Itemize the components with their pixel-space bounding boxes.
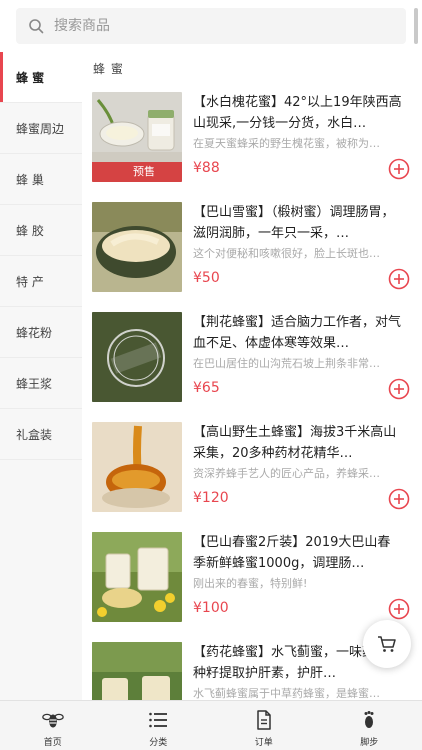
tab-home[interactable]: 首页	[0, 701, 106, 750]
honey-bowl-image	[92, 202, 182, 292]
tab-category[interactable]: 分类	[106, 701, 212, 750]
floating-cart-button[interactable]	[363, 620, 411, 668]
category-title: 蜂 蜜	[93, 62, 124, 76]
product-desc: 资深养蜂手艺人的匠心产品，养蜂采…	[193, 467, 380, 480]
tab-label: 脚步	[360, 738, 379, 748]
tab-label: 分类	[149, 738, 168, 748]
tab-orders[interactable]: 订单	[211, 701, 317, 750]
product-desc: 这个对便秘和咳嗽很好，脸上长斑也…	[193, 247, 380, 260]
product-title[interactable]: 【高山野生土蜂蜜】海拔3千米高山采集，20多种药材花精华…	[193, 422, 403, 464]
sidebar-item-honey-related[interactable]: 蜂蜜周边	[0, 103, 82, 154]
product-desc: 在巴山居住的山沟荒石坡上荆条非常…	[193, 357, 380, 370]
bottom-tabbar: 首页 分类 订单 脚步	[0, 700, 422, 750]
product-card[interactable]: 【巴山雪蜜】（椴树蜜）调理肠胃，滋阴润肺，一年只一采，… 这个对便秘和咳嗽很好，…	[92, 202, 412, 300]
tab-label: 订单	[254, 738, 273, 748]
sidebar-item-gift-box[interactable]: 礼盒装	[0, 409, 82, 460]
document-icon	[257, 710, 271, 730]
sidebar-item-honeycomb[interactable]: 蜂 巢	[0, 154, 82, 205]
scrollbar-thumb[interactable]	[414, 8, 418, 44]
product-image[interactable]	[92, 202, 182, 292]
sold-out-stamp-image	[92, 312, 182, 402]
add-to-cart-icon[interactable]	[388, 488, 410, 510]
add-to-cart-icon[interactable]	[388, 158, 410, 180]
product-list: 蜂 蜜 预售 【水白槐花蜜】42°以上19年陕西高山现采,一分钱一分货，水白… …	[82, 52, 422, 700]
product-card[interactable]: 【高山野生土蜂蜜】海拔3千米高山采集，20多种药材花精华… 资深养蜂手艺人的匠心…	[92, 422, 412, 520]
tab-footprints[interactable]: 脚步	[317, 701, 422, 750]
footprint-icon	[364, 711, 374, 728]
presale-badge: 预售	[92, 162, 182, 182]
search-icon	[29, 19, 44, 34]
honey-pour-image	[92, 422, 182, 512]
cart-icon	[378, 636, 396, 652]
product-card[interactable]: 预售 【水白槐花蜜】42°以上19年陕西高山现采,一分钱一分货，水白… 在夏天蜜…	[92, 92, 412, 190]
sidebar-item-propolis[interactable]: 蜂 胶	[0, 205, 82, 256]
sidebar-item-honey[interactable]: 蜂 蜜	[0, 52, 82, 103]
search-input[interactable]	[54, 8, 394, 44]
add-to-cart-icon[interactable]	[388, 268, 410, 290]
product-title[interactable]: 【巴山雪蜜】（椴树蜜）调理肠胃，滋阴润肺，一年只一采，…	[193, 202, 403, 244]
product-image[interactable]	[92, 642, 182, 700]
tab-label: 首页	[43, 738, 62, 748]
list-icon	[149, 712, 168, 728]
category-sidebar: 蜂 蜜 蜂蜜周边 蜂 巢 蜂 胶 特 产 蜂花粉 蜂王浆 礼盒装	[0, 52, 82, 700]
app-root: 蜂 蜜 蜂蜜周边 蜂 巢 蜂 胶 特 产 蜂花粉 蜂王浆 礼盒装 蜂 蜜	[0, 0, 422, 750]
product-title[interactable]: 【巴山春蜜2斤装】2019大巴山春季新鲜蜂蜜1000g，调理肠…	[193, 532, 403, 574]
product-price: ¥88	[193, 160, 220, 176]
product-price: ¥100	[193, 600, 229, 616]
product-price: ¥50	[193, 270, 220, 286]
sidebar-item-bee-pollen[interactable]: 蜂花粉	[0, 307, 82, 358]
product-price: ¥120	[193, 490, 229, 506]
product-image[interactable]	[92, 422, 182, 512]
product-image[interactable]	[92, 532, 182, 622]
product-desc: 刚出来的春蜜，特别鲜!	[193, 577, 308, 590]
sidebar-item-specialty[interactable]: 特 产	[0, 256, 82, 307]
search-box[interactable]	[16, 8, 406, 44]
search-bar	[0, 0, 422, 52]
product-image[interactable]: 预售	[92, 92, 182, 182]
sidebar-item-royal-jelly[interactable]: 蜂王浆	[0, 358, 82, 409]
add-to-cart-icon[interactable]	[388, 378, 410, 400]
product-desc: 水飞蓟蜂蜜属于中草药蜂蜜，是蜂蜜…	[193, 687, 380, 700]
product-title[interactable]: 【荆花蜂蜜】适合脑力工作者，对气血不足、体虚体寒等效果…	[193, 312, 403, 354]
herbal-honey-image	[92, 642, 182, 700]
product-price: ¥65	[193, 380, 220, 396]
product-card[interactable]: 【荆花蜂蜜】适合脑力工作者，对气血不足、体虚体寒等效果… 在巴山居住的山沟荒石坡…	[92, 312, 412, 410]
product-card[interactable]: 【巴山春蜜2斤装】2019大巴山春季新鲜蜂蜜1000g，调理肠… 刚出来的春蜜，…	[92, 532, 412, 630]
product-title[interactable]: 【水白槐花蜜】42°以上19年陕西高山现采,一分钱一分货，水白…	[193, 92, 403, 134]
product-desc: 在夏天蜜蜂采的野生槐花蜜，被称为…	[193, 137, 380, 150]
bee-icon	[41, 713, 64, 728]
product-image[interactable]	[92, 312, 182, 402]
add-to-cart-icon[interactable]	[388, 598, 410, 620]
honey-jars-flowers-image	[92, 532, 182, 622]
